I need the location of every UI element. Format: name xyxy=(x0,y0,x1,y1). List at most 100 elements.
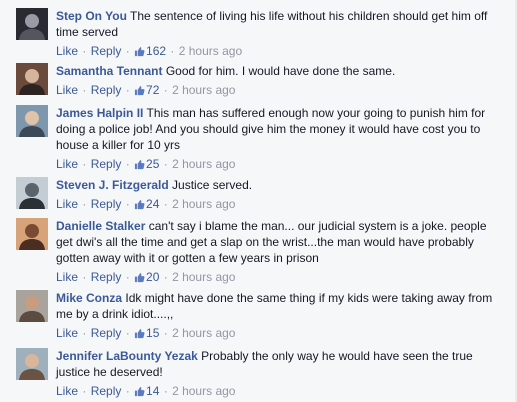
car-photo-avatar xyxy=(16,8,48,40)
comment-author[interactable]: James Halpin II xyxy=(56,106,143,120)
separator-dot: · xyxy=(167,44,178,58)
comment-timestamp[interactable]: 2 hours ago xyxy=(172,197,235,211)
comment-actions: Like · Reply · 162 · 2 hours ago xyxy=(56,43,506,59)
thumbs-up-icon xyxy=(134,327,145,343)
like-link[interactable]: Like xyxy=(56,44,78,58)
thumbs-up-icon xyxy=(134,385,145,401)
separator-dot: · xyxy=(160,83,172,97)
reply-link[interactable]: Reply xyxy=(91,384,122,398)
comment-actions: Like · Reply · 25 · 2 hours ago xyxy=(56,156,506,172)
reply-link[interactable]: Reply xyxy=(91,326,122,340)
comment-content: James Halpin II This man has suffered en… xyxy=(56,105,506,153)
like-count-button[interactable]: 15 xyxy=(134,326,159,340)
separator-dot: · xyxy=(79,44,90,58)
comment-content: Step On You The sentence of living his l… xyxy=(56,8,506,40)
separator-dot: · xyxy=(122,197,134,211)
like-count-button[interactable]: 14 xyxy=(134,384,159,398)
comment-timestamp[interactable]: 2 hours ago xyxy=(172,270,235,284)
separator-dot: · xyxy=(79,326,90,340)
comment-text: Justice served. xyxy=(172,178,253,192)
comment-actions: Like · Reply · 15 · 2 hours ago xyxy=(56,325,506,341)
like-link[interactable]: Like xyxy=(56,157,78,171)
comment-author[interactable]: Danielle Stalker xyxy=(56,219,145,233)
separator-dot: · xyxy=(160,384,172,398)
reply-link[interactable]: Reply xyxy=(91,157,122,171)
avatar[interactable] xyxy=(16,63,48,95)
like-count: 25 xyxy=(146,157,160,171)
comment-timestamp[interactable]: 2 hours ago xyxy=(172,157,235,171)
separator-dot: · xyxy=(160,157,172,171)
avatar[interactable] xyxy=(16,218,48,250)
thumbs-up-icon xyxy=(134,271,145,287)
thumbs-up-icon xyxy=(134,45,145,61)
child-photo-avatar xyxy=(16,218,48,250)
like-count: 24 xyxy=(146,197,160,211)
comment-actions: Like · Reply · 72 · 2 hours ago xyxy=(56,82,506,98)
separator-dot: · xyxy=(160,270,172,284)
comment-author[interactable]: Step On You xyxy=(56,9,127,23)
like-count: 162 xyxy=(146,44,167,58)
like-count-button[interactable]: 25 xyxy=(134,157,159,171)
comment-author[interactable]: Steven J. Fitzgerald xyxy=(56,178,169,192)
comment-actions: Like · Reply · 14 · 2 hours ago xyxy=(56,383,506,399)
avatar[interactable] xyxy=(16,348,48,380)
separator-dot: · xyxy=(79,157,90,171)
comment-body: Mike Conza Idk might have done the same … xyxy=(56,290,506,341)
man-photo-avatar xyxy=(16,290,48,322)
comment-body: Step On You The sentence of living his l… xyxy=(56,8,506,59)
thumbs-up-icon xyxy=(134,158,145,174)
like-count-button[interactable]: 162 xyxy=(134,44,166,58)
comment-body: Danielle Stalker can't say i blame the m… xyxy=(56,218,506,285)
comment-content: Danielle Stalker can't say i blame the m… xyxy=(56,218,506,266)
comment-timestamp[interactable]: 2 hours ago xyxy=(172,384,235,398)
like-link[interactable]: Like xyxy=(56,326,78,340)
comment-timestamp[interactable]: 2 hours ago xyxy=(172,83,235,97)
comment-body: James Halpin II This man has suffered en… xyxy=(56,105,506,172)
motorcycle-photo-avatar xyxy=(16,177,48,209)
reply-link[interactable]: Reply xyxy=(91,83,122,97)
separator-dot: · xyxy=(122,83,134,97)
separator-dot: · xyxy=(160,326,172,340)
like-count-button[interactable]: 24 xyxy=(134,197,159,211)
reply-link[interactable]: Reply xyxy=(91,270,122,284)
separator-dot: · xyxy=(79,83,90,97)
man-photo-avatar xyxy=(16,105,48,137)
avatar[interactable] xyxy=(16,290,48,322)
comment-author[interactable]: Jennifer LaBounty Yezak xyxy=(56,349,198,363)
comment-content: Jennifer LaBounty Yezak Probably the onl… xyxy=(56,348,506,380)
comment-content: Samantha Tennant Good for him. I would h… xyxy=(56,63,506,79)
comment-timestamp[interactable]: 2 hours ago xyxy=(172,326,235,340)
reply-link[interactable]: Reply xyxy=(91,44,122,58)
separator-dot: · xyxy=(122,44,134,58)
comment-author[interactable]: Mike Conza xyxy=(56,291,122,305)
comment-body: Steven J. Fitzgerald Justice served. Like… xyxy=(56,177,506,212)
like-count: 14 xyxy=(146,384,160,398)
separator-dot: · xyxy=(79,197,90,211)
couple-photo-avatar xyxy=(16,63,48,95)
comment-actions: Like · Reply · 20 · 2 hours ago xyxy=(56,269,506,285)
like-link[interactable]: Like xyxy=(56,384,78,398)
comment-text: Idk might have done the same thing if my… xyxy=(56,291,493,321)
like-count: 72 xyxy=(146,83,160,97)
comment-author[interactable]: Samantha Tennant xyxy=(56,64,162,78)
separator-dot: · xyxy=(79,270,90,284)
comment-text: Good for him. I would have done the same… xyxy=(165,64,396,78)
reply-link[interactable]: Reply xyxy=(91,197,122,211)
like-link[interactable]: Like xyxy=(56,197,78,211)
like-count: 20 xyxy=(146,270,160,284)
like-link[interactable]: Like xyxy=(56,270,78,284)
separator-dot: · xyxy=(122,270,134,284)
comment-content: Mike Conza Idk might have done the same … xyxy=(56,290,506,322)
comment-body: Jennifer LaBounty Yezak Probably the onl… xyxy=(56,348,506,399)
thumbs-up-icon xyxy=(134,84,145,100)
like-count-button[interactable]: 72 xyxy=(134,83,159,97)
like-count-button[interactable]: 20 xyxy=(134,270,159,284)
like-link[interactable]: Like xyxy=(56,83,78,97)
comment-body: Samantha Tennant Good for him. I would h… xyxy=(56,63,506,98)
comment-timestamp[interactable]: 2 hours ago xyxy=(179,44,242,58)
avatar[interactable] xyxy=(16,105,48,137)
avatar[interactable] xyxy=(16,8,48,40)
thumbs-up-icon xyxy=(134,198,145,214)
avatar[interactable] xyxy=(16,177,48,209)
woman-photo-avatar xyxy=(16,348,48,380)
